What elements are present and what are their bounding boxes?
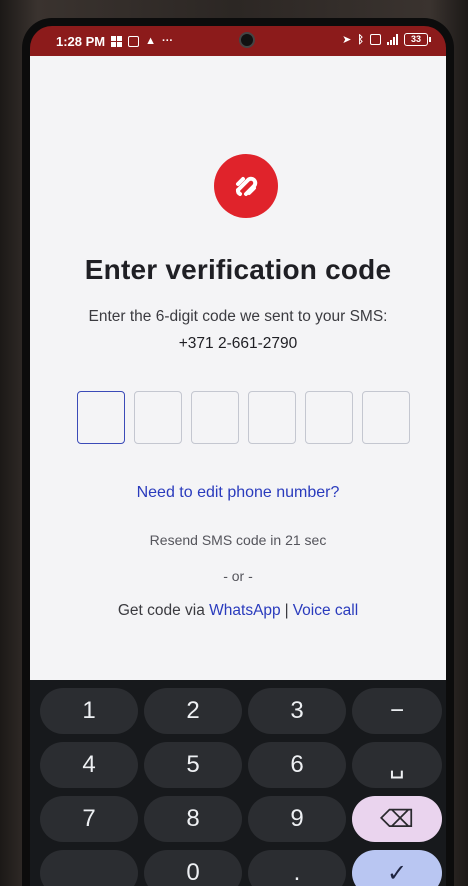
phone-number: +371 2-661-2790 — [178, 335, 298, 352]
battery-icon: 33 — [404, 33, 431, 46]
whatsapp-link[interactable]: WhatsApp — [209, 602, 281, 619]
code-digit-5[interactable] — [305, 391, 353, 444]
code-digit-4[interactable] — [248, 391, 296, 444]
authy-logo-icon — [214, 154, 278, 218]
key-minus[interactable]: − — [352, 688, 442, 734]
key-3[interactable]: 3 — [248, 688, 346, 734]
check-icon[interactable]: ✓ — [352, 850, 442, 886]
status-left: 1:28 PM ▲ ··· — [56, 34, 173, 49]
page-title: Enter verification code — [84, 254, 392, 285]
alt-prefix: Get code via — [117, 602, 205, 619]
verification-screen: Enter verification code Enter the 6-digi… — [30, 56, 446, 680]
key-8[interactable]: 8 — [144, 796, 242, 842]
key-1[interactable]: 1 — [40, 688, 138, 734]
key-4[interactable]: 4 — [40, 742, 138, 788]
instruction-text: Enter the 6-digit code we sent to your S… — [88, 308, 388, 325]
backspace-icon[interactable]: ⌫ — [352, 796, 442, 842]
edit-phone-link[interactable]: Need to edit phone number? — [30, 484, 446, 502]
status-time: 1:28 PM — [56, 34, 106, 49]
key-0[interactable]: 0 — [144, 850, 242, 886]
code-digit-2[interactable] — [134, 391, 182, 444]
camera-cutout — [239, 32, 255, 48]
code-digit-6[interactable] — [362, 391, 410, 444]
code-digit-3[interactable] — [191, 391, 239, 444]
key-blank[interactable] — [40, 850, 138, 886]
location-icon: ➤ — [342, 34, 352, 46]
voice-call-link[interactable]: Voice call — [293, 602, 358, 619]
more-icon: ··· — [162, 35, 174, 47]
key-dot[interactable]: . — [248, 850, 346, 886]
link-separator: | — [284, 602, 289, 619]
key-9[interactable]: 9 — [248, 796, 346, 842]
key-7[interactable]: 7 — [40, 796, 138, 842]
bluetooth-icon: ᛒ — [357, 33, 364, 46]
volte-icon — [370, 34, 381, 45]
alternative-methods: Get code via WhatsApp | Voice call — [30, 602, 446, 620]
status-bar: 1:28 PM ▲ ··· ➤ ᛒ 33 — [30, 26, 446, 56]
notification-icon — [128, 36, 140, 47]
or-divider: - or - — [223, 568, 253, 584]
grid-icon — [111, 36, 123, 47]
status-right: ➤ ᛒ 33 — [342, 33, 431, 46]
numeric-keyboard: 1 2 3 − 4 5 6 ␣ 7 8 9 ⌫ 0 . ✓ — [30, 680, 446, 886]
space-icon[interactable]: ␣ — [352, 742, 442, 788]
signal-icon — [387, 34, 398, 45]
key-6[interactable]: 6 — [248, 742, 346, 788]
warning-icon: ▲ — [145, 35, 157, 47]
code-digit-1[interactable] — [77, 391, 125, 444]
key-5[interactable]: 5 — [144, 742, 242, 788]
phone-device: 1:28 PM ▲ ··· ➤ ᛒ 33 Enter verification … — [22, 18, 454, 886]
code-input-group — [77, 391, 410, 444]
key-2[interactable]: 2 — [144, 688, 242, 734]
resend-countdown: Resend SMS code in 21 sec — [149, 532, 327, 548]
